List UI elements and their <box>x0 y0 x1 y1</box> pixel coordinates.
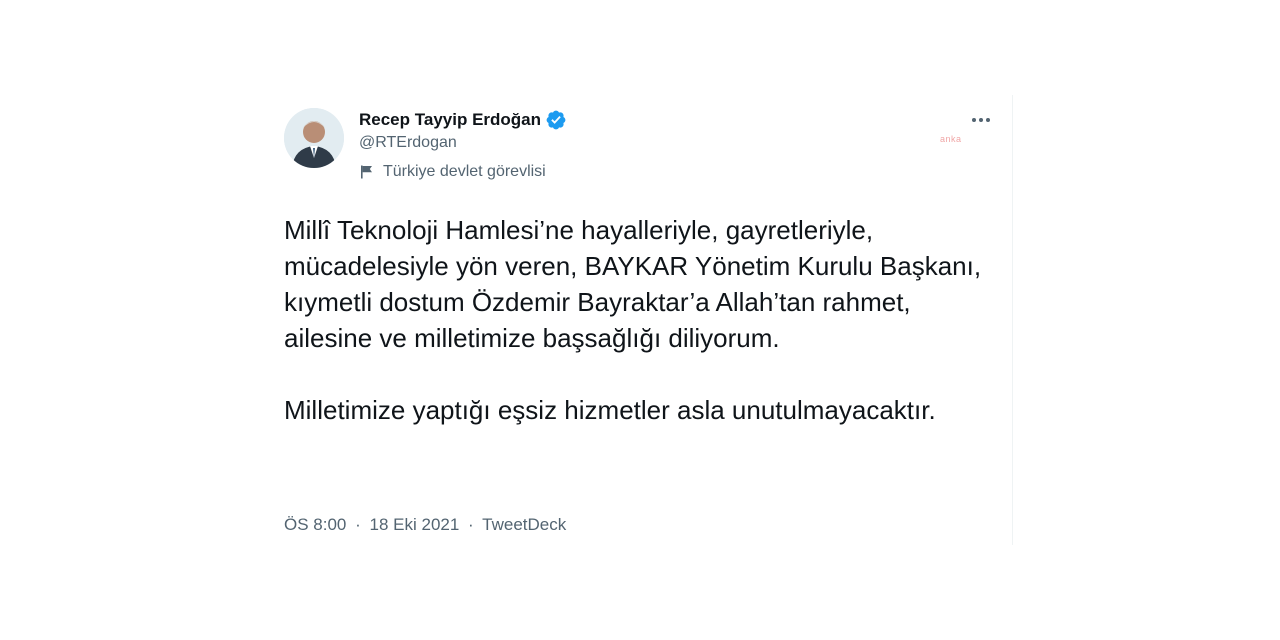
tweet-paragraph: Milletimize yaptığı eşsiz hizmetler asla… <box>284 395 936 425</box>
name-row: Recep Tayyip Erdoğan <box>359 108 567 132</box>
meta-separator: · <box>468 515 474 534</box>
account-label-text: Türkiye devlet görevlisi <box>383 163 546 180</box>
more-options-button[interactable] <box>966 108 996 132</box>
flag-icon <box>359 164 375 180</box>
verified-badge-icon <box>545 109 567 131</box>
tweet-header: Recep Tayyip Erdoğan @RTErdogan Türkiye <box>359 108 567 181</box>
user-handle[interactable]: @RTErdogan <box>359 134 567 152</box>
tweet-date[interactable]: 18 Eki 2021 <box>370 515 460 534</box>
tweet-meta: ÖS 8:00 · 18 Eki 2021 · TweetDeck <box>284 515 566 535</box>
account-label: Türkiye devlet görevlisi <box>359 163 567 181</box>
more-dots-icon <box>972 118 990 122</box>
avatar[interactable] <box>284 108 344 168</box>
tweet-page: Recep Tayyip Erdoğan @RTErdogan Türkiye <box>0 0 1280 640</box>
tweet-body: Millî Teknoloji Hamlesi’ne hayalleriyle,… <box>284 212 996 428</box>
meta-separator: · <box>355 515 361 534</box>
tweet-time[interactable]: ÖS 8:00 <box>284 515 346 534</box>
display-name[interactable]: Recep Tayyip Erdoğan <box>359 110 541 130</box>
watermark: anka <box>940 134 962 144</box>
column-divider <box>1012 95 1013 545</box>
tweet-paragraph: Millî Teknoloji Hamlesi’ne hayalleriyle,… <box>284 215 982 353</box>
tweet-source-link[interactable]: TweetDeck <box>482 515 566 534</box>
